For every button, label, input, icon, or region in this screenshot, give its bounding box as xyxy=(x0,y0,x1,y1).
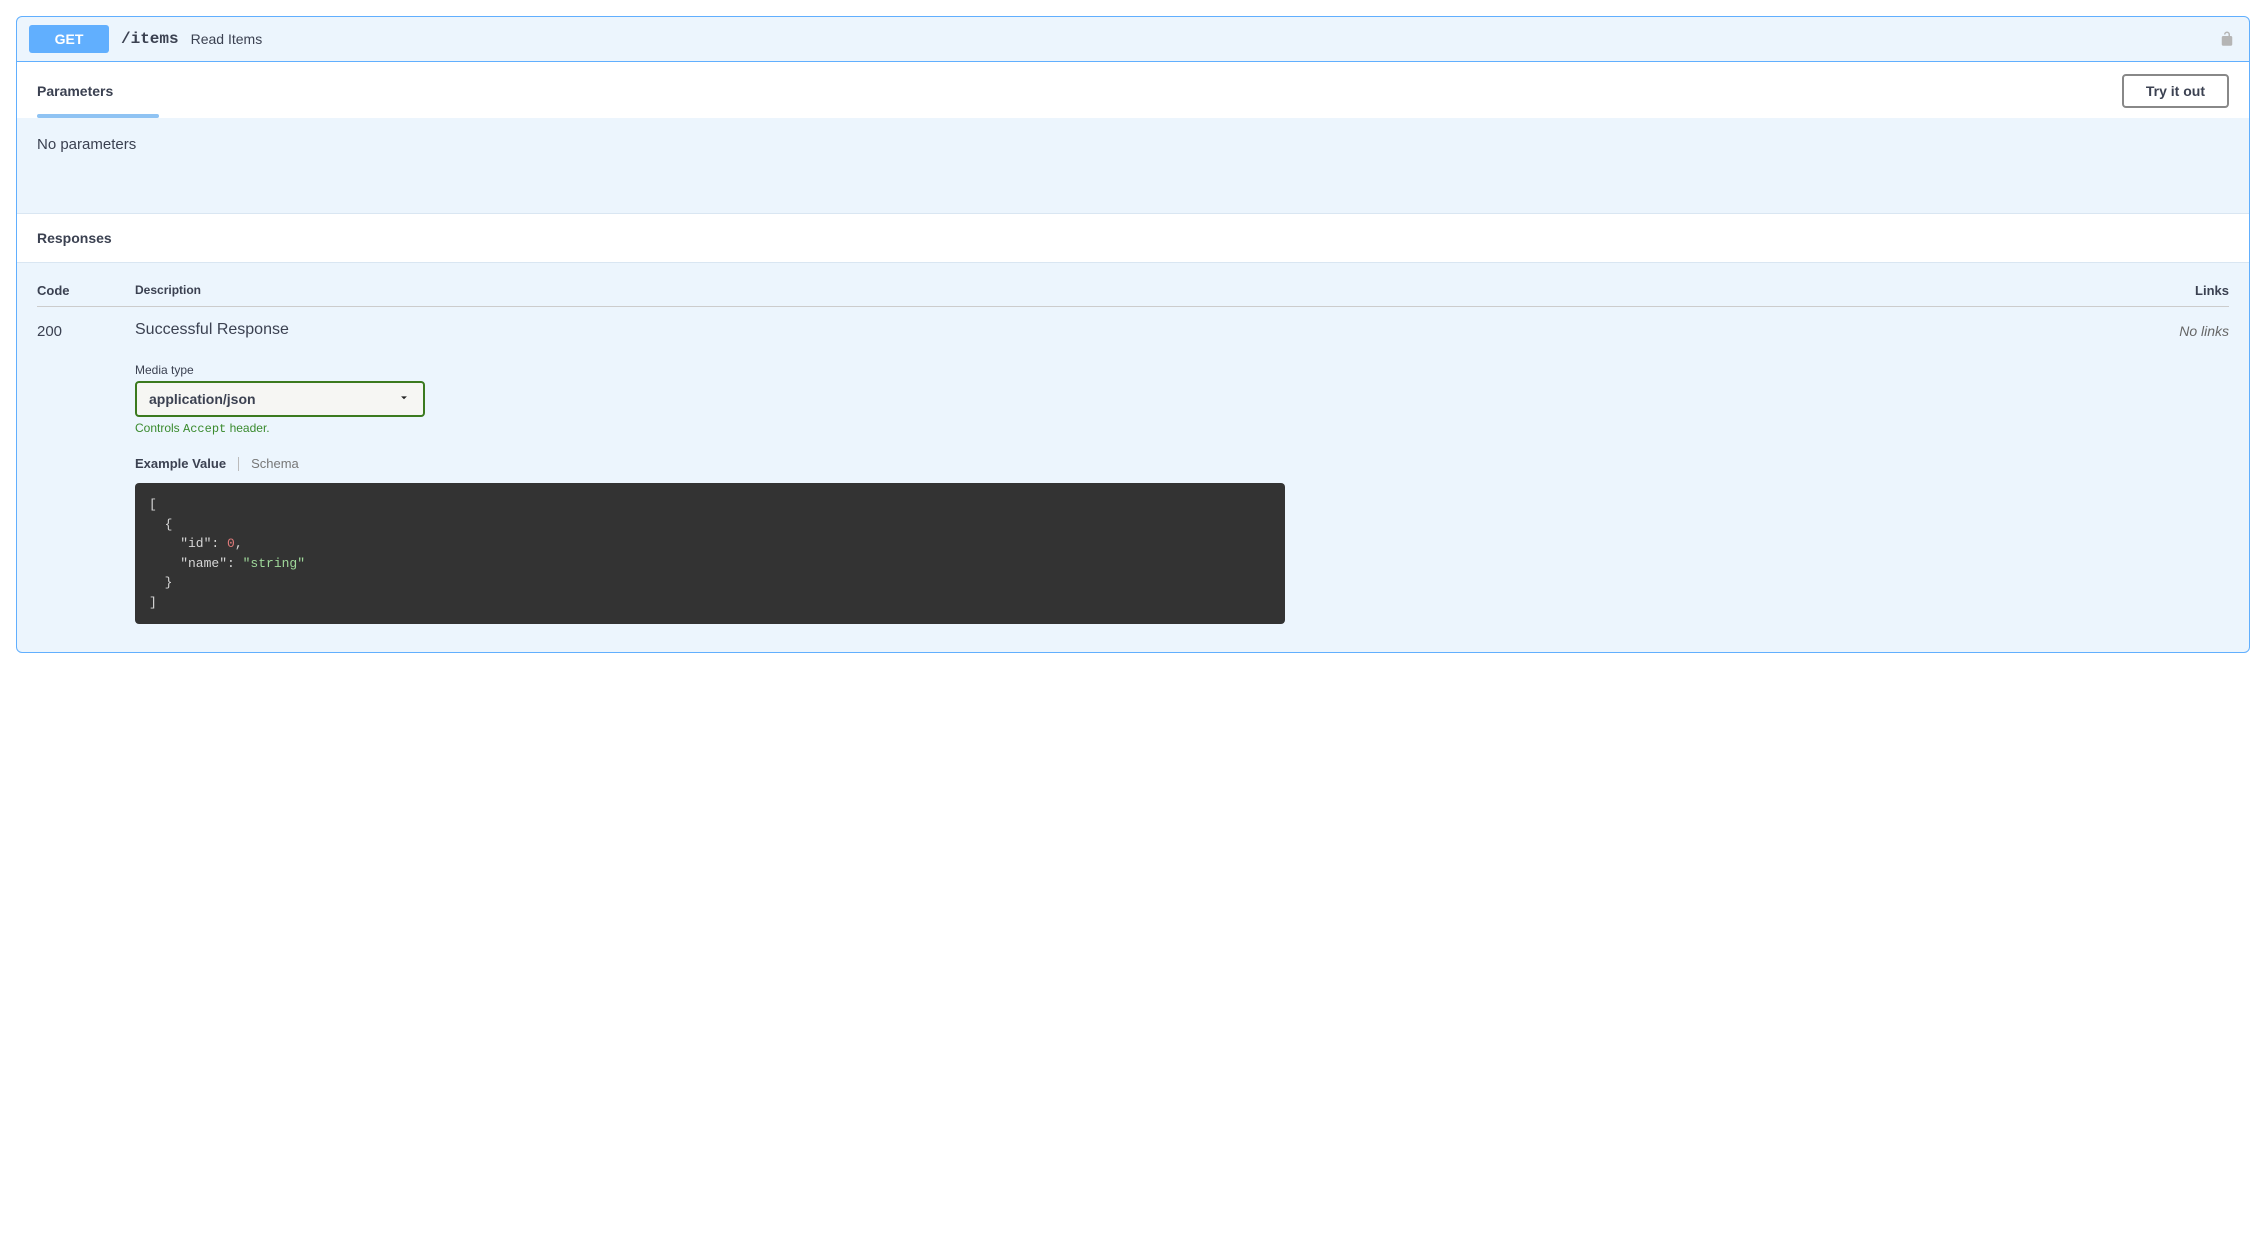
example-value-code: [ { "id": 0, "name": "string" } ] xyxy=(135,483,1285,624)
accept-note-suffix: header. xyxy=(226,421,269,435)
response-links: No links xyxy=(2139,321,2229,339)
response-code: 200 xyxy=(37,321,135,340)
responses-body: Code Description Links 200 Successful Re… xyxy=(17,262,2249,652)
tab-separator xyxy=(238,457,239,471)
column-header-code: Code xyxy=(37,283,135,298)
endpoint-summary: Read Items xyxy=(191,31,263,47)
try-it-out-button[interactable]: Try it out xyxy=(2122,74,2229,108)
accept-note-prefix: Controls xyxy=(135,421,183,435)
tab-example-value[interactable]: Example Value xyxy=(135,456,226,471)
column-header-links: Links xyxy=(2139,283,2229,298)
column-header-description: Description xyxy=(135,283,2139,298)
response-description-cell: Successful Response Media type applicati… xyxy=(135,321,2139,624)
responses-title: Responses xyxy=(17,213,2249,262)
response-description-text: Successful Response xyxy=(135,321,2139,339)
operation-header[interactable]: GET /items Read Items xyxy=(17,17,2249,62)
responses-table-header: Code Description Links xyxy=(37,283,2229,307)
endpoint-path: /items xyxy=(121,30,179,48)
no-parameters-text: No parameters xyxy=(17,118,2249,213)
media-type-select-wrap: application/json xyxy=(135,381,425,417)
parameters-underline xyxy=(37,114,159,118)
accept-note-code: Accept xyxy=(183,422,226,436)
parameters-title: Parameters xyxy=(37,83,113,99)
http-method-badge: GET xyxy=(29,25,109,53)
tab-schema[interactable]: Schema xyxy=(251,456,299,471)
operation-block: GET /items Read Items Parameters Try it … xyxy=(16,16,2250,653)
response-row: 200 Successful Response Media type appli… xyxy=(37,321,2229,624)
parameters-section-bar: Parameters Try it out xyxy=(17,62,2249,118)
media-type-select[interactable]: application/json xyxy=(135,381,425,417)
example-schema-tabs: Example Value Schema xyxy=(135,456,2139,471)
accept-header-note: Controls Accept header. xyxy=(135,421,2139,436)
lock-open-icon[interactable] xyxy=(2217,29,2237,49)
media-type-label: Media type xyxy=(135,363,2139,377)
